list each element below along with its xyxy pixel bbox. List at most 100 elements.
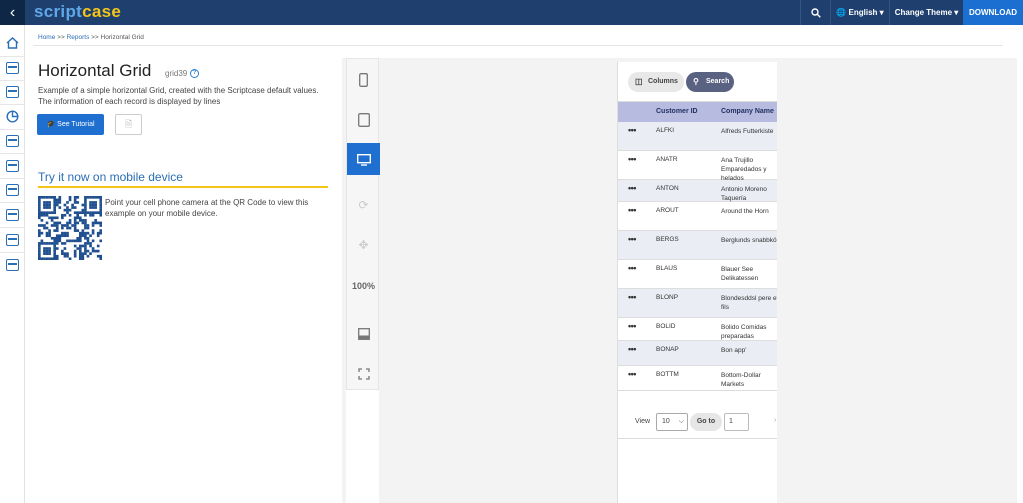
calendar-icon[interactable] [6, 184, 19, 196]
cell-customer-id: BONAP [656, 346, 679, 353]
columns-button[interactable]: ◫ Columns [628, 72, 684, 92]
table-row[interactable]: ••• AROUT Around the Horn [618, 202, 777, 231]
row-options-icon[interactable]: ••• [628, 292, 636, 302]
menu-icon[interactable] [6, 259, 19, 271]
search-button[interactable] [800, 0, 830, 25]
device-toolbar: ⟳ ✥ 100% [346, 58, 380, 390]
cell-company-name: Bon app' [721, 347, 747, 354]
cell-customer-id: BLAUS [656, 265, 678, 272]
row-options-icon[interactable]: ••• [628, 125, 636, 135]
header-company-name[interactable]: Company Name [721, 108, 774, 115]
container-icon[interactable] [6, 160, 19, 172]
table-row[interactable]: ••• ALFKI Alfreds Futterkiste [618, 122, 777, 151]
tablet-view-button[interactable] [347, 103, 380, 135]
cell-customer-id: ALFKI [656, 127, 675, 134]
dashboard-icon[interactable] [6, 135, 19, 147]
desktop-view-button[interactable] [347, 143, 380, 175]
breadcrumb-current: Horizontal Grid [100, 34, 144, 41]
cell-company-name: Alfreds Futterkiste [721, 128, 774, 135]
form-icon[interactable] [6, 86, 19, 98]
row-options-icon[interactable]: ••• [628, 183, 636, 193]
page-number-input[interactable]: 1 [724, 413, 749, 431]
cell-company-name: Around the Horn [721, 208, 769, 215]
row-options-icon[interactable]: ••• [628, 154, 636, 164]
zoom-level[interactable]: 100% [347, 270, 380, 302]
top-bar: ‹ scriptcase 🌐 English ▾ Change Theme ▾ … [0, 0, 1023, 25]
row-options-icon[interactable]: ••• [628, 321, 636, 331]
move-icon[interactable]: ✥ [347, 229, 380, 261]
table-row[interactable]: ••• BOLID Bolido Comidas preparadas [618, 318, 777, 341]
theme-label: Change Theme [894, 8, 953, 17]
header-customer-id[interactable]: Customer ID [656, 108, 698, 115]
row-options-icon[interactable]: ••• [628, 234, 636, 244]
columns-icon: ◫ [635, 77, 643, 86]
document-icon: 🗎 [124, 119, 133, 129]
back-icon[interactable]: ‹ [0, 0, 25, 25]
goto-button[interactable]: Go to [690, 413, 722, 431]
next-page-icon[interactable]: › [774, 417, 776, 424]
sidebar-divider [0, 80, 25, 81]
row-options-icon[interactable]: ••• [628, 263, 636, 273]
sidebar-divider [0, 104, 25, 105]
sidebar-divider [0, 227, 25, 228]
row-options-icon[interactable]: ••• [628, 205, 636, 215]
monitor-icon [356, 153, 371, 166]
search-button[interactable]: ⚲ Search [686, 72, 734, 92]
caret-down-icon: ▾ [879, 8, 884, 17]
mobile-view-button[interactable] [347, 63, 380, 95]
language-label: English [848, 8, 878, 17]
table-row[interactable]: ••• ANTON Antonio Moreno Taquería [618, 180, 777, 202]
see-tutorial-button[interactable]: 🎓 See Tutorial [37, 114, 104, 135]
cell-customer-id: BLONP [656, 294, 679, 301]
language-selector[interactable]: 🌐 English ▾ [830, 0, 889, 25]
grid-pager: View 10 ⌵ Go to 1 › [618, 403, 777, 439]
row-options-icon[interactable]: ••• [628, 344, 636, 354]
cell-customer-id: BOLID [656, 323, 676, 330]
grid-report-icon[interactable] [6, 62, 19, 74]
table-row[interactable]: ••• BOTTM Bottom-Dollar Markets [618, 366, 777, 391]
cell-company-name: Bottom-Dollar Markets [721, 372, 761, 388]
page-description: Example of a simple horizontal Grid, cre… [38, 86, 319, 106]
change-theme-button[interactable]: Change Theme ▾ [889, 0, 963, 25]
search-icon [810, 8, 821, 18]
rows-per-page-select[interactable]: 10 ⌵ [656, 413, 688, 431]
document-button[interactable]: 🗎 [115, 114, 142, 135]
window-view-button[interactable] [347, 317, 380, 349]
sidebar-divider [0, 56, 25, 57]
breadcrumb-separator: >> [57, 34, 65, 41]
cell-company-name: Blauer See Delikatessen [721, 266, 759, 282]
search-icon: ⚲ [693, 77, 699, 86]
code-icon[interactable] [6, 209, 19, 221]
breadcrumb-home[interactable]: Home [38, 34, 55, 41]
help-icon[interactable]: ? [190, 69, 199, 78]
table-row[interactable]: ••• BERGS Berglunds snabbköp [618, 231, 777, 260]
phone-icon [359, 72, 368, 87]
scriptcase-logo: scriptcase [34, 2, 121, 22]
qr-instructions: Point your cell phone camera at the QR C… [105, 198, 309, 218]
rotate-icon[interactable]: ⟳ [347, 189, 380, 221]
home-icon[interactable] [6, 36, 19, 54]
cell-company-name: Blondesddsl pere et fils [721, 295, 777, 311]
grid-header: Customer ID Company Name [618, 102, 777, 122]
chart-icon[interactable] [6, 110, 19, 128]
cell-customer-id: AROUT [656, 207, 679, 214]
table-row[interactable]: ••• BLAUS Blauer See Delikatessen [618, 260, 777, 289]
sidebar-divider [0, 129, 25, 130]
table-row[interactable]: ••• BONAP Bon app' [618, 341, 777, 366]
row-options-icon[interactable]: ••• [628, 369, 636, 379]
chevron-down-icon: ⌵ [678, 418, 684, 425]
breadcrumb-reports[interactable]: Reports [67, 34, 90, 41]
qr-code [38, 196, 103, 261]
fullscreen-button[interactable] [347, 357, 380, 389]
download-button[interactable]: DOWNLOAD [963, 0, 1023, 25]
sidebar-divider [0, 153, 25, 154]
preview-frame: ◫ Columns ⚲ Search Customer ID Company N… [617, 62, 777, 503]
fullscreen-icon [357, 368, 370, 380]
cell-company-name: Antonio Moreno Taquería [721, 186, 767, 202]
cell-company-name: Bolido Comidas preparadas [721, 324, 767, 340]
mobile-section-title: Try it now on mobile device [38, 170, 183, 184]
mobile-title-underline [38, 186, 328, 188]
table-row[interactable]: ••• ANATR Ana Trujillo Emparedados y helad… [618, 151, 777, 182]
pdf-report-icon[interactable] [6, 234, 19, 246]
table-row[interactable]: ••• BLONP Blondesddsl pere et fils [618, 289, 777, 318]
